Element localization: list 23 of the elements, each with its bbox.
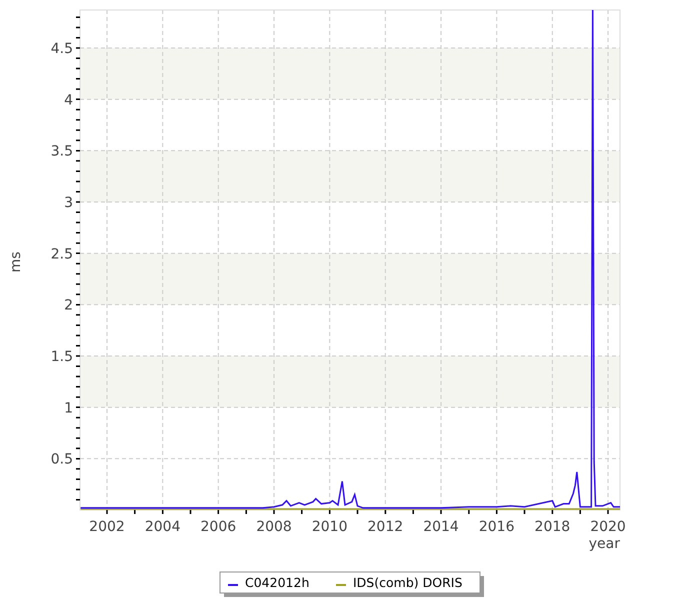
x-tick-label: 2004 <box>144 519 180 535</box>
x-tick-label: 2018 <box>534 519 570 535</box>
x-tick-label: 2008 <box>256 519 292 535</box>
x-axis-title: year <box>588 536 620 552</box>
x-tick-label: 2010 <box>312 519 348 535</box>
y-tick-label: 4.5 <box>50 41 73 57</box>
y-tick-label: 2 <box>64 298 73 314</box>
y-tick-label: 1.5 <box>50 349 73 365</box>
y-tick-label: 4 <box>64 92 73 108</box>
x-tick-label: 2016 <box>478 519 514 535</box>
legend-label: IDS(comb) DORIS <box>353 575 462 590</box>
y-axis-title: ms <box>8 252 24 272</box>
y-tick-label: 3.5 <box>50 144 73 160</box>
x-tick-label: 2020 <box>590 519 626 535</box>
y-tick-label: 3 <box>64 195 73 211</box>
x-tick-label: 2006 <box>200 519 236 535</box>
y-tick-label: 1 <box>64 400 73 416</box>
legend-label: C042012h <box>245 575 310 590</box>
x-tick-label: 2002 <box>89 519 125 535</box>
x-tick-label: 2014 <box>423 519 459 535</box>
y-tick-label: 0.5 <box>50 452 73 468</box>
x-tick-label: 2012 <box>368 519 404 535</box>
y-tick-label: 2.5 <box>50 246 73 262</box>
